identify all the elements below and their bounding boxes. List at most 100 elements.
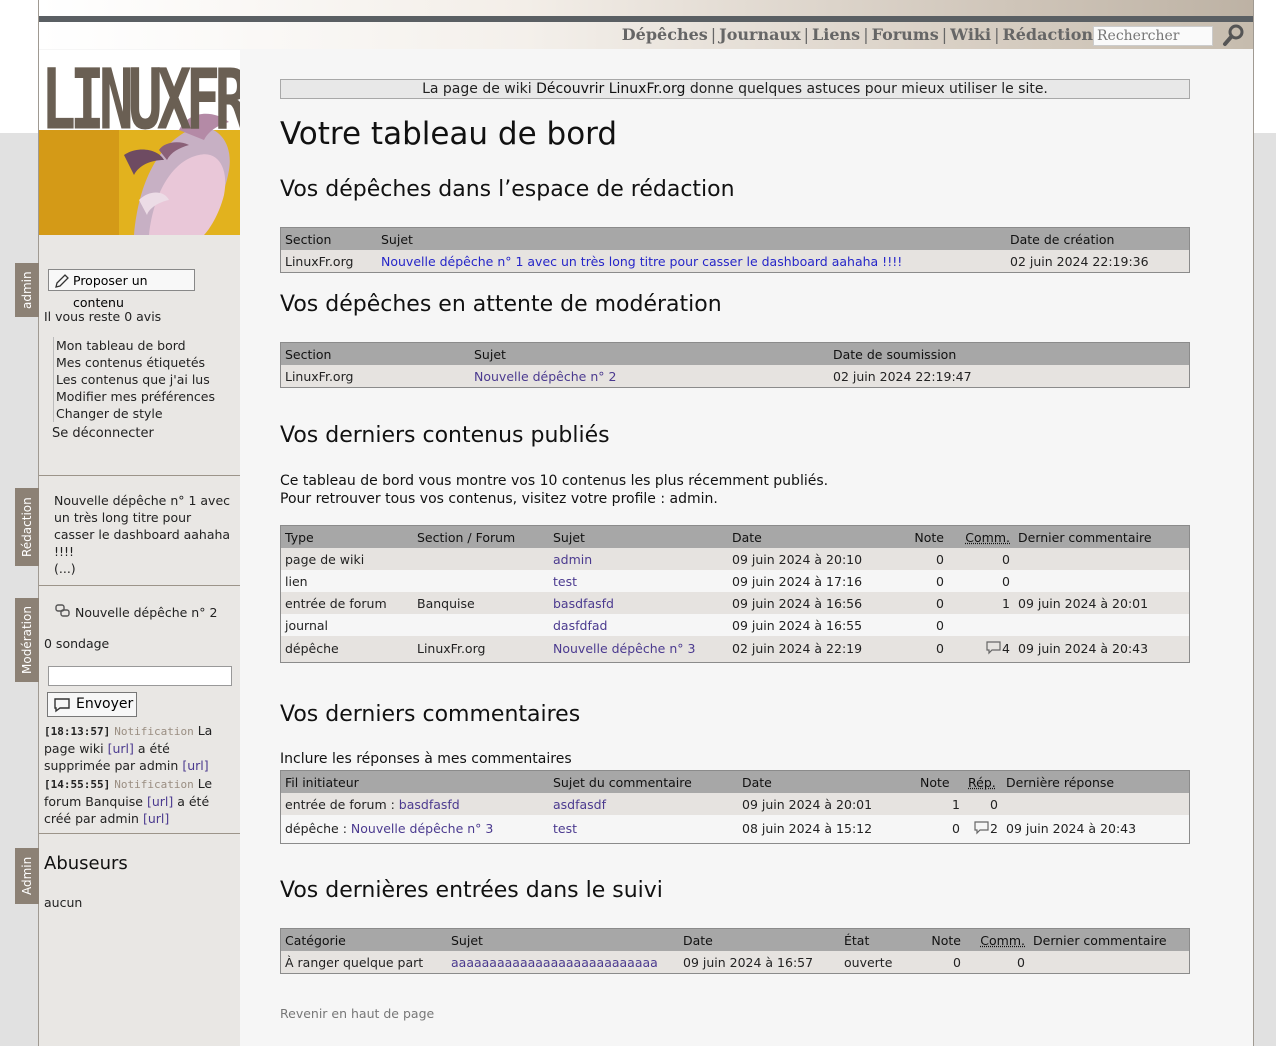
col-header: Date <box>728 525 894 548</box>
comments-table: Fil initiateur Sujet du commentaire Date… <box>280 770 1190 844</box>
user-menu: Mon tableau de bord Mes contenus étiquet… <box>53 337 215 422</box>
draft-link[interactable]: Nouvelle dépêche n° 1 avec un très long … <box>381 254 902 269</box>
redaction-tab: Rédaction <box>15 488 39 566</box>
propose-button-label: Proposer un contenu <box>73 273 148 310</box>
back-to-top-link[interactable]: Revenir en haut de page <box>280 1006 434 1021</box>
admin-tab: admin <box>15 263 39 317</box>
drafts-table: Section Sujet Date de création LinuxFr.o… <box>280 227 1190 273</box>
redaction-more[interactable]: (...) <box>54 560 234 577</box>
col-header: Dernière réponse <box>1002 770 1190 793</box>
notification-item: [14:55:55] Notification Le forum Banquis… <box>44 776 213 826</box>
content-link[interactable]: test <box>553 574 577 589</box>
sidebar-divider <box>39 833 240 834</box>
nav-journaux[interactable]: Journaux <box>719 25 800 44</box>
tracker-link[interactable]: aaaaaaaaaaaaaaaaaaaaaaaaaaa <box>451 955 658 970</box>
nav-forums[interactable]: Forums <box>872 25 939 44</box>
notification-link[interactable]: [url] <box>108 741 134 756</box>
sidebar: admin Proposer un contenu Il vous reste … <box>15 235 240 1046</box>
info-banner: La page de wiki Découvrir LinuxFr.org do… <box>280 79 1190 99</box>
table-row: entrée de forum Banquise basdfasfd 09 ju… <box>280 592 1190 614</box>
drafts-heading: Vos dépêches dans l’espace de rédaction <box>280 177 735 202</box>
col-header: Date de création <box>1006 227 1190 250</box>
menu-tagged[interactable]: Mes contenus étiquetés <box>56 355 205 370</box>
comments-heading: Vos derniers commentaires <box>280 702 581 727</box>
published-intro: Ce tableau de bord vous montre vos 10 co… <box>280 473 829 507</box>
profile-link[interactable]: admin <box>670 491 714 507</box>
published-table: Type Section / Forum Sujet Date Note Com… <box>280 525 1190 663</box>
nav-redaction[interactable]: Rédaction <box>1002 25 1093 44</box>
menu-read[interactable]: Les contenus que j'ai lus <box>56 372 210 387</box>
table-row: journal dasfdfad 09 juin 2024 à 16:55 0 <box>280 614 1190 636</box>
content-link[interactable]: Nouvelle dépêche n° 3 <box>553 641 695 656</box>
table-row: LinuxFr.org Nouvelle dépêche n° 2 02 jui… <box>280 365 1190 388</box>
site-logo[interactable]: LINUXFR.ORG <box>39 50 240 235</box>
nav-depeches[interactable]: Dépêches <box>622 25 708 44</box>
notification-link[interactable]: [url] <box>182 758 208 773</box>
notification-list: [18:13:57] Notification La page wiki [ur… <box>44 722 234 827</box>
sidebar-divider <box>39 585 240 586</box>
notification-link[interactable]: [url] <box>147 794 173 809</box>
menu-style[interactable]: Changer de style <box>56 406 163 421</box>
content-link[interactable]: admin <box>553 552 592 567</box>
col-header: Dernier commentaire <box>1014 525 1190 548</box>
notification-link[interactable]: [url] <box>143 811 169 826</box>
remaining-votes: Il vous reste 0 avis <box>44 309 162 324</box>
col-header: Comm. <box>980 932 1025 948</box>
banner-link[interactable]: Découvrir LinuxFr.org <box>536 81 685 97</box>
pending-table: Section Sujet Date de soumission LinuxFr… <box>280 342 1190 388</box>
chat-bubble-icon <box>54 698 70 713</box>
content-link[interactable]: basdfasfd <box>553 596 614 611</box>
poll-count: 0 sondage <box>44 636 110 651</box>
col-header: Fil initiateur <box>280 770 549 793</box>
include-replies-toggle[interactable]: Inclure les réponses à mes commentaires <box>280 751 572 767</box>
header-gradient <box>39 0 1253 16</box>
thread-link[interactable]: Nouvelle dépêche n° 3 <box>351 821 493 836</box>
nav-wiki[interactable]: Wiki <box>950 25 991 44</box>
nav-liens[interactable]: Liens <box>812 25 860 44</box>
logo-text: LINUXFR.ORG <box>41 50 240 149</box>
abusers-value: aucun <box>44 895 83 910</box>
search-input[interactable] <box>1093 26 1213 46</box>
col-header: Section <box>280 227 377 250</box>
pencil-icon <box>55 274 69 288</box>
col-header: État <box>840 928 917 951</box>
notification-item: [18:13:57] Notification La page wiki [ur… <box>44 723 213 773</box>
menu-preferences[interactable]: Modifier mes préférences <box>56 389 215 404</box>
col-header: Comm. <box>965 529 1010 545</box>
main-nav: Dépêches | Journaux | Liens | Forums | Wiki | Réda… <box>621 25 1093 44</box>
redaction-item[interactable]: Nouvelle dépêche n° 1 avec un très long … <box>54 493 230 559</box>
moderation-item[interactable]: Nouvelle dépêche n° 2 <box>75 605 217 620</box>
admin2-tab: Admin <box>15 848 39 904</box>
pending-heading: Vos dépêches en attente de modération <box>280 292 722 317</box>
comment-icon <box>986 641 1001 655</box>
send-button[interactable]: Envoyer <box>47 692 137 717</box>
table-row: LinuxFr.org Nouvelle dépêche n° 1 avec u… <box>280 250 1190 273</box>
link-icon <box>55 604 70 617</box>
col-header: Dernier commentaire <box>1029 928 1190 951</box>
col-header: Section / Forum <box>413 525 549 548</box>
col-header: Catégorie <box>280 928 447 951</box>
table-row: page de wiki admin 09 juin 2024 à 20:10 … <box>280 548 1190 570</box>
thread-link[interactable]: basdfasfd <box>399 797 460 812</box>
pending-link[interactable]: Nouvelle dépêche n° 2 <box>474 369 616 384</box>
page: Dépêches | Journaux | Liens | Forums | Wiki | Réda… <box>15 0 1254 1046</box>
col-header: Rép. <box>968 774 996 790</box>
logout-button[interactable]: Se déconnecter <box>52 426 154 441</box>
content-link[interactable]: dasfdfad <box>553 618 607 633</box>
col-header: Sujet <box>377 227 1006 250</box>
col-header: Date <box>738 770 916 793</box>
comment-icon <box>974 821 989 835</box>
col-header: Section <box>280 342 470 365</box>
abusers-title: Abuseurs <box>44 853 128 874</box>
col-header: Date de soumission <box>829 342 1190 365</box>
search-button[interactable] <box>1217 22 1249 48</box>
comment-link[interactable]: asdfasdf <box>553 797 606 812</box>
board-input[interactable] <box>48 666 232 686</box>
send-button-label: Envoyer <box>76 696 134 712</box>
col-header: Sujet <box>549 525 728 548</box>
menu-dashboard[interactable]: Mon tableau de bord <box>56 338 186 353</box>
comment-link[interactable]: test <box>553 821 577 836</box>
propose-button[interactable]: Proposer un contenu <box>48 269 195 310</box>
col-header: Type <box>280 525 413 548</box>
table-row: À ranger quelque part aaaaaaaaaaaaaaaaaa… <box>280 951 1190 974</box>
